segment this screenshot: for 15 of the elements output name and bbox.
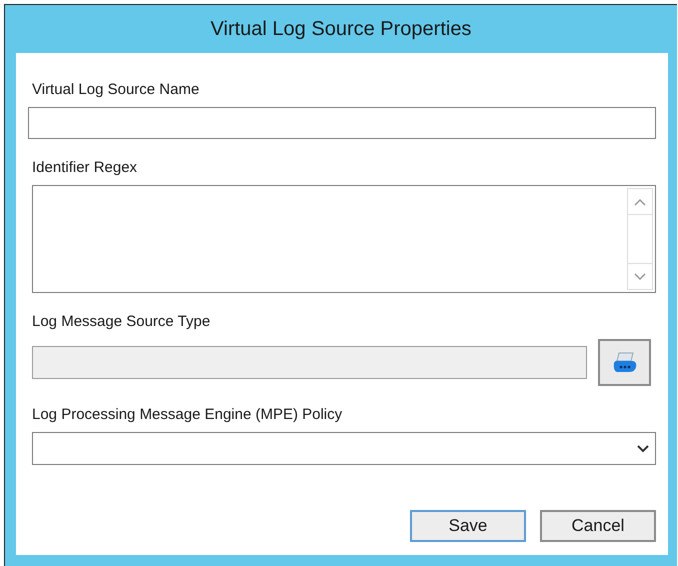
scroll-up-icon[interactable] [634,198,646,206]
scrollbar[interactable] [627,188,653,290]
field-label: Identifier Regex [32,159,138,176]
dialog-button[interactable]: Save [410,510,526,542]
field-label: Log Message Source Type [32,313,210,330]
field-label: Virtual Log Source Name [32,81,200,98]
text-area[interactable] [32,185,656,293]
dropdown[interactable] [32,432,656,465]
dialog-button[interactable]: Cancel [540,510,656,542]
field-label: Log Processing Message Engine (MPE) Policy [32,406,342,423]
window-title: Virtual Log Source Properties [210,17,472,42]
chevron-down-icon [637,444,649,452]
input-field[interactable] [28,107,656,139]
scroll-down-icon[interactable] [634,272,646,280]
browse-button[interactable] [598,339,651,386]
